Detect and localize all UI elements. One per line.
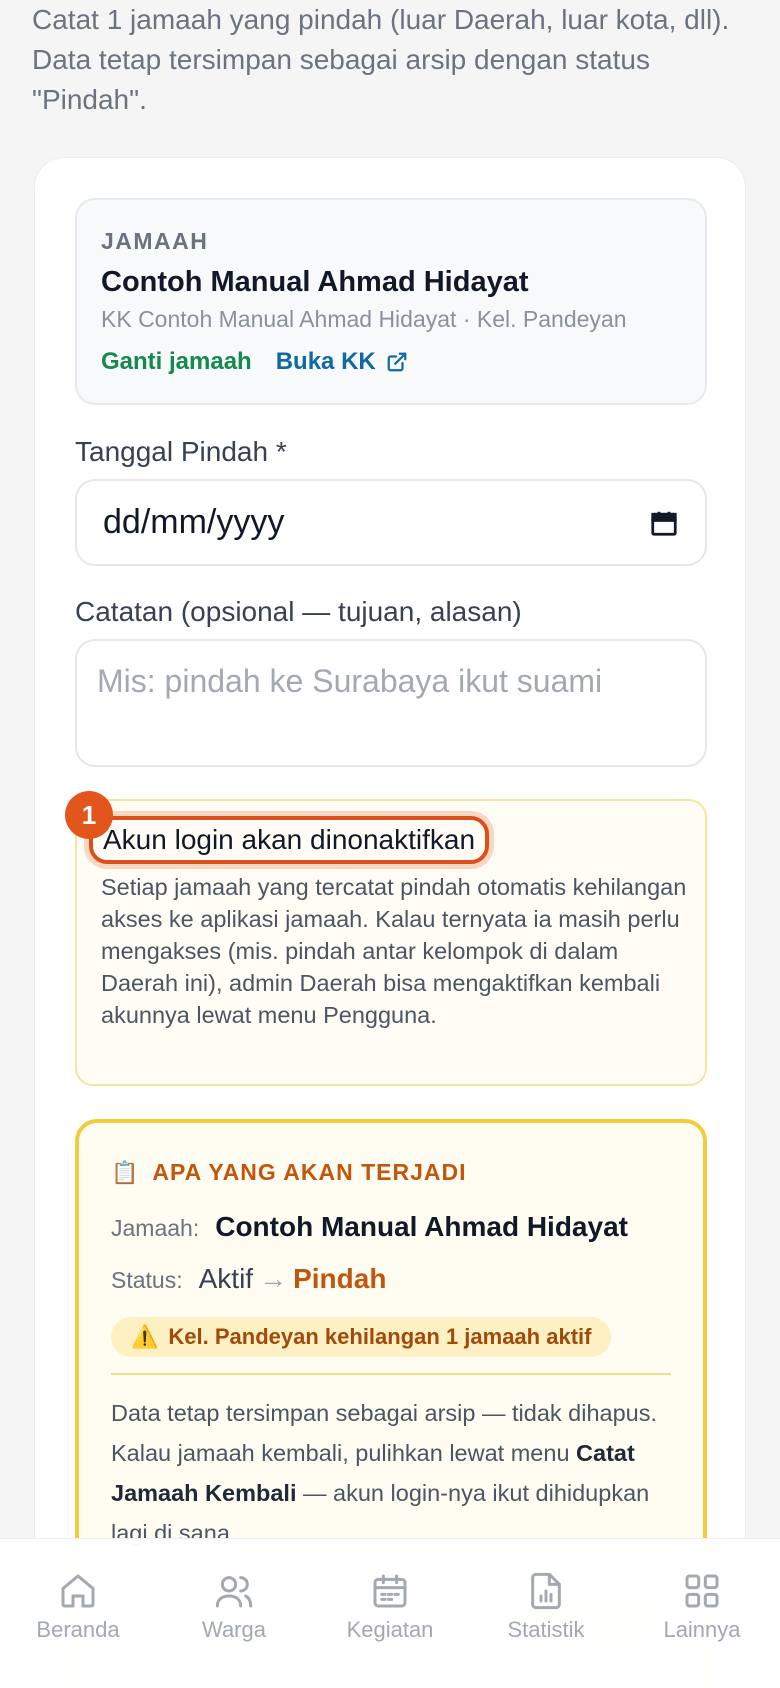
status-to: Pindah — [293, 1263, 387, 1294]
tanggal-pindah-label: Tanggal Pindah * — [75, 436, 287, 467]
bottom-navigation: Beranda Warga Kegiatan Statistik Lainnya — [0, 1538, 780, 1688]
intro-text: Catat 1 jamaah yang pindah (luar Daerah,… — [32, 0, 752, 120]
jamaah-name: Contoh Manual Ahmad Hidayat — [101, 266, 529, 298]
grid-icon — [685, 1574, 719, 1608]
summary-jamaah-value: Contoh Manual Ahmad Hidayat — [215, 1211, 628, 1242]
date-input-value: dd/mm/yyyy — [103, 503, 285, 541]
home-icon — [61, 1574, 95, 1608]
intro-line-2: Data tetap tersimpan sebagai arsip denga… — [32, 44, 650, 75]
clipboard-icon: 📋 — [111, 1159, 139, 1185]
nav-label-statistik: Statistik — [507, 1617, 585, 1642]
intro-line-1: Catat 1 jamaah yang pindah (luar Daerah,… — [32, 4, 730, 35]
warning-title-highlight: Akun login akan dinonaktifkan — [89, 816, 490, 864]
status-arrow: → — [259, 1263, 288, 1294]
selected-jamaah-box: JAMAAH Contoh Manual Ahmad Hidayat KK Co… — [75, 198, 707, 405]
summary-jamaah-row: Jamaah: Contoh Manual Ahmad Hidayat — [111, 1211, 628, 1243]
warning-icon: ⚠️ — [131, 1324, 159, 1349]
form-card: JAMAAH Contoh Manual Ahmad Hidayat KK Co… — [34, 157, 746, 1688]
summary-status-row: Status: Aktif → Pindah — [111, 1263, 386, 1295]
catatan-textarea[interactable]: Mis: pindah ke Surabaya ikut suami — [75, 639, 707, 767]
warning-body: Setiap jamaah yang tercatat pindah otoma… — [101, 874, 687, 1028]
summary-body: Data tetap tersimpan sebagai arsip — tid… — [111, 1393, 671, 1553]
buka-kk-link[interactable]: Buka KK — [276, 348, 408, 376]
jamaah-kk-info: KK Contoh Manual Ahmad Hidayat · Kel. Pa… — [101, 306, 627, 332]
intro-line-3: "Pindah". — [32, 84, 147, 115]
catatan-label: Catatan (opsional — tujuan, alasan) — [75, 596, 522, 627]
nav-item-beranda[interactable]: Beranda — [8, 1571, 148, 1688]
nav-item-lainnya[interactable]: Lainnya — [632, 1571, 772, 1688]
jamaah-section-label: JAMAAH — [101, 228, 209, 254]
calendar-picker-icon[interactable] — [649, 508, 679, 538]
calendar-icon — [373, 1574, 407, 1608]
catatan-placeholder: Mis: pindah ke Surabaya ikut suami — [97, 663, 603, 699]
summary-header: 📋 APA YANG AKAN TERJADI — [111, 1159, 467, 1186]
buka-kk-label: Buka KK — [275, 348, 376, 375]
external-link-icon — [387, 352, 407, 372]
impact-pill: ⚠️ Kel. Pandeyan kehilangan 1 jamaah akt… — [111, 1317, 612, 1357]
ganti-jamaah-link[interactable]: Ganti jamaah — [101, 348, 252, 376]
users-icon — [215, 1576, 253, 1608]
nav-item-statistik[interactable]: Statistik — [476, 1571, 616, 1688]
summary-status-value: Aktif → Pindah — [199, 1263, 387, 1295]
nav-label-kegiatan: Kegiatan — [346, 1617, 434, 1642]
impact-text: Kel. Pandeyan kehilangan 1 jamaah aktif — [168, 1324, 592, 1349]
nav-label-beranda: Beranda — [36, 1617, 120, 1642]
chart-file-icon — [531, 1572, 561, 1610]
warning-title: Akun login akan dinonaktifkan — [103, 824, 476, 855]
nav-item-warga[interactable]: Warga — [164, 1571, 304, 1688]
jamaah-actions: Ganti jamaah Buka KK — [101, 348, 408, 376]
step-badge: 1 — [65, 791, 113, 839]
nav-label-lainnya: Lainnya — [663, 1617, 741, 1642]
summary-divider — [111, 1373, 671, 1375]
summary-status-key: Status: — [111, 1267, 183, 1293]
nav-label-warga: Warga — [202, 1617, 266, 1642]
summary-title: APA YANG AKAN TERJADI — [152, 1159, 467, 1185]
summary-jamaah-key: Jamaah: — [111, 1215, 200, 1241]
tanggal-pindah-input[interactable]: dd/mm/yyyy — [75, 479, 707, 566]
nav-item-kegiatan[interactable]: Kegiatan — [320, 1571, 460, 1688]
status-from: Aktif — [198, 1263, 254, 1294]
login-warning-box: Akun login akan dinonaktifkan 1 Setiap j… — [65, 791, 707, 1086]
